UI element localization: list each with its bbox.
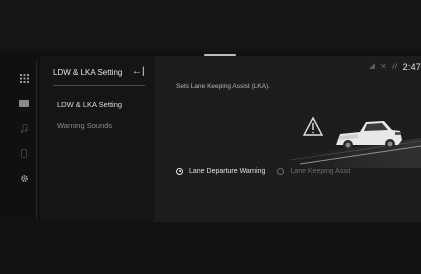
apps-grid-icon[interactable] [15, 71, 33, 85]
submenu-panel: LDW & LKA Setting ←| LDW & LKA Setting W… [40, 56, 154, 222]
top-band [0, 0, 421, 52]
clock: 2:47 [402, 62, 421, 72]
warning-triangle-icon [302, 116, 324, 136]
radio-unselected-indicator[interactable] [277, 167, 285, 175]
infotainment-screen: LDW & LKA Setting ←| LDW & LKA Setting W… [0, 0, 421, 274]
setting-description: Sets Lane Keeping Assist (LKA). [176, 83, 270, 90]
radio-lane-departure-warning[interactable]: Lane Departure Warning [176, 167, 266, 175]
phone-icon[interactable] [15, 146, 33, 160]
radio-label: Lane Keeping Asist [290, 167, 351, 175]
back-icon[interactable]: ←| [132, 66, 145, 78]
music-icon[interactable] [15, 121, 33, 135]
media-icon[interactable] [15, 96, 33, 110]
drag-handle[interactable] [204, 54, 236, 56]
wireless-icon [391, 63, 398, 71]
radio-selected-indicator[interactable] [176, 167, 183, 175]
radio-label: Lane Departure Warning [189, 167, 266, 175]
submenu-item-warning-sounds[interactable]: Warning Sounds [57, 121, 112, 130]
lane-assist-illustration [280, 116, 421, 168]
submenu-divider [53, 85, 145, 86]
submenu-item-ldw-lka-setting[interactable]: LDW & LKA Setting [57, 100, 122, 109]
settings-icon[interactable] [15, 171, 33, 185]
signal-icon [368, 63, 375, 71]
radio-lane-keeping-assist[interactable]: Lane Keeping Asist [277, 167, 351, 175]
status-bar: 2:47 [368, 60, 421, 74]
icon-rail [14, 60, 37, 220]
no-phone-icon [380, 63, 387, 71]
lane-mode-radio-group: Lane Departure Warning Lane Keeping Asis… [176, 165, 362, 177]
submenu-title: LDW & LKA Setting [53, 68, 123, 77]
bottom-band [0, 222, 421, 274]
